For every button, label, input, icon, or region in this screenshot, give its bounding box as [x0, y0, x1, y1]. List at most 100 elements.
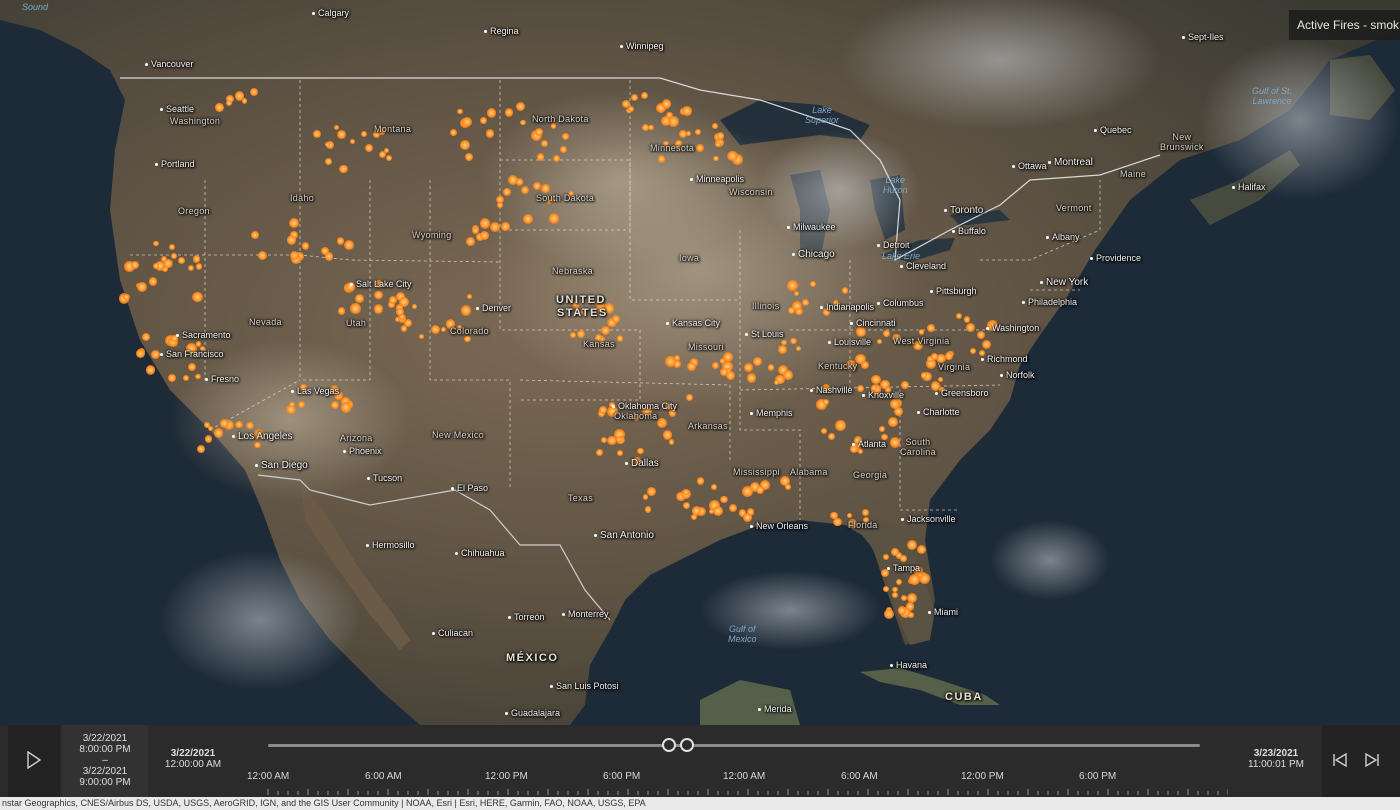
fire-point[interactable]: [355, 293, 365, 303]
fire-point[interactable]: [195, 341, 201, 347]
fire-point[interactable]: [386, 154, 393, 161]
fire-point[interactable]: [711, 123, 718, 130]
fire-point[interactable]: [646, 487, 656, 497]
fire-point[interactable]: [712, 361, 720, 369]
fire-point[interactable]: [830, 511, 838, 519]
slider-thumb-end[interactable]: [680, 738, 695, 752]
fire-point[interactable]: [400, 324, 408, 332]
fire-point[interactable]: [970, 348, 976, 354]
fire-point[interactable]: [220, 419, 229, 428]
fire-point[interactable]: [880, 379, 890, 390]
fire-point[interactable]: [727, 151, 738, 162]
fire-point[interactable]: [715, 141, 721, 147]
fire-point[interactable]: [895, 578, 903, 585]
fire-point[interactable]: [460, 305, 472, 316]
fire-point[interactable]: [661, 99, 672, 109]
fire-point[interactable]: [878, 425, 885, 432]
fire-point[interactable]: [861, 508, 869, 516]
fire-point[interactable]: [399, 314, 405, 320]
fire-point[interactable]: [251, 230, 260, 239]
fire-point[interactable]: [664, 355, 676, 367]
fire-point[interactable]: [146, 365, 156, 375]
fire-point[interactable]: [123, 294, 130, 301]
fire-point[interactable]: [333, 124, 340, 130]
fire-point[interactable]: [141, 332, 150, 342]
slider-track[interactable]: [268, 744, 1200, 747]
fire-point[interactable]: [170, 252, 177, 259]
map-view[interactable]: Calgary Regina Winnipeg Vancouver Seattle Por…: [0, 0, 1400, 725]
fire-point[interactable]: [827, 432, 835, 440]
fire-point[interactable]: [682, 488, 689, 495]
fire-point[interactable]: [905, 602, 915, 611]
fire-point[interactable]: [522, 214, 533, 225]
fire-point[interactable]: [834, 420, 846, 432]
fire-point[interactable]: [723, 351, 734, 362]
fire-point[interactable]: [515, 101, 525, 112]
fire-point[interactable]: [192, 292, 203, 303]
fire-point[interactable]: [897, 606, 907, 615]
fire-point[interactable]: [600, 436, 607, 443]
fire-point[interactable]: [691, 506, 702, 516]
fire-point[interactable]: [136, 349, 145, 358]
fire-point[interactable]: [713, 155, 719, 162]
fire-point[interactable]: [696, 477, 704, 485]
fire-point[interactable]: [907, 612, 914, 618]
fire-point[interactable]: [215, 103, 224, 112]
fire-point[interactable]: [841, 286, 849, 294]
fire-point[interactable]: [686, 394, 693, 402]
fire-point[interactable]: [781, 339, 787, 346]
fire-point[interactable]: [486, 108, 497, 118]
fire-point[interactable]: [785, 484, 791, 490]
fire-point[interactable]: [465, 237, 475, 246]
fire-point[interactable]: [710, 483, 717, 490]
fire-point[interactable]: [747, 373, 757, 383]
fire-point[interactable]: [657, 155, 666, 163]
fire-point[interactable]: [213, 427, 224, 438]
fire-point[interactable]: [192, 254, 201, 263]
fire-point[interactable]: [450, 129, 457, 136]
fire-point[interactable]: [541, 184, 550, 193]
fire-point[interactable]: [373, 303, 384, 314]
fire-point[interactable]: [786, 279, 798, 291]
fire-point[interactable]: [472, 227, 479, 234]
fire-point[interactable]: [607, 435, 617, 446]
fire-point[interactable]: [150, 350, 160, 360]
fire-point[interactable]: [644, 505, 652, 513]
fire-point[interactable]: [234, 91, 245, 101]
fire-point[interactable]: [790, 337, 797, 344]
fire-point[interactable]: [339, 164, 348, 174]
fire-point[interactable]: [301, 242, 310, 250]
fire-point[interactable]: [497, 201, 504, 208]
fire-point[interactable]: [855, 327, 866, 337]
fire-point[interactable]: [782, 369, 793, 380]
fire-point[interactable]: [501, 221, 510, 231]
fire-point[interactable]: [246, 421, 254, 430]
fire-point[interactable]: [787, 307, 795, 315]
fire-point[interactable]: [755, 486, 764, 494]
fire-point[interactable]: [286, 235, 297, 245]
fire-point[interactable]: [616, 335, 623, 342]
fire-point[interactable]: [981, 339, 991, 350]
fire-point[interactable]: [480, 230, 489, 240]
fire-point[interactable]: [678, 130, 687, 138]
fire-point[interactable]: [648, 124, 654, 131]
fire-point[interactable]: [257, 251, 267, 261]
slider-thumb-start[interactable]: [661, 738, 676, 752]
fire-point[interactable]: [921, 372, 928, 379]
fire-point[interactable]: [630, 93, 638, 101]
fire-point[interactable]: [203, 421, 210, 428]
fire-point[interactable]: [900, 555, 907, 562]
fire-point[interactable]: [628, 106, 635, 112]
fire-point[interactable]: [822, 399, 829, 406]
fire-point[interactable]: [891, 547, 899, 556]
fire-point[interactable]: [890, 399, 900, 409]
fire-point[interactable]: [887, 417, 898, 428]
fire-point[interactable]: [312, 129, 321, 138]
fire-point[interactable]: [900, 381, 909, 389]
fire-point[interactable]: [883, 585, 889, 592]
fire-point[interactable]: [906, 539, 918, 550]
fire-point[interactable]: [520, 185, 529, 194]
fire-point[interactable]: [744, 363, 753, 372]
fire-point[interactable]: [479, 117, 487, 125]
fire-point[interactable]: [337, 307, 345, 315]
